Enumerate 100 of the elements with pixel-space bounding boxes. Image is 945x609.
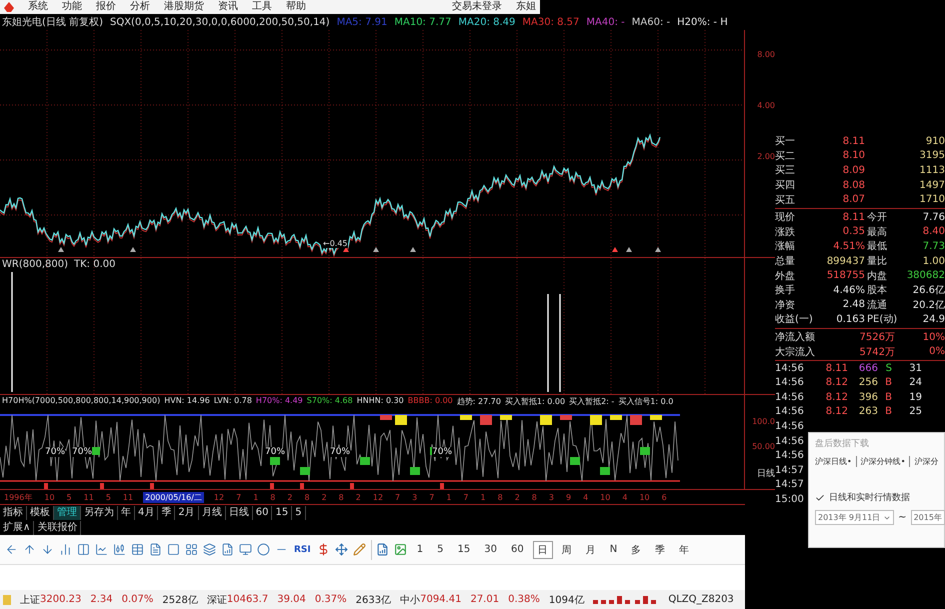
quote-value: 2.48 [842,299,865,310]
date-label: 1996年 [3,492,34,502]
dialog-tab[interactable]: 沪深分钟线• [860,456,910,467]
quote-value: 899437 [826,256,865,267]
bid-price: 8.08 [842,180,865,191]
menu-item[interactable]: 工具 [252,0,272,14]
table-icon[interactable] [130,542,144,556]
tick-time: 14:56 [775,421,805,432]
menu-item[interactable]: 港股期货 [164,0,204,14]
period-button[interactable]: 年 [674,540,694,558]
rsi-button[interactable]: RSI [292,544,313,554]
tick-time: 15:00 [775,494,805,506]
period-tab[interactable]: 60 [252,506,272,520]
period-tab[interactable]: 管理 [54,506,81,520]
line-chart-icon[interactable] [94,542,108,556]
quote-label: 换手 [775,284,796,298]
menu-item[interactable]: 报价 [96,0,116,14]
period-button[interactable]: 15 [452,542,476,557]
indicator-reading: 买入暂抵2: - [569,396,614,407]
period-button[interactable]: 5 [432,542,449,557]
bid-volume: 1113 [918,164,945,176]
move-icon[interactable] [334,542,349,556]
index-name: 中小 [400,594,420,606]
period-tab[interactable]: 季 [158,506,176,520]
bid-volume: 1497 [918,180,945,191]
indicator-reading: 买入暂抵1: 0.00 [504,396,566,407]
bid-label: 买四 [775,179,796,192]
period-button[interactable]: 多 [626,540,646,558]
stock-title: 东姐光电(日线 前复权) [2,16,103,29]
monitor-icon[interactable] [238,542,252,556]
moving-average-reading: MA10: 7.77 [394,16,452,28]
date-label: 4 [621,492,628,502]
columns-icon[interactable] [76,542,90,556]
menu-item[interactable]: 资讯 [218,0,238,14]
period-tab[interactable]: 另存为 [81,506,118,520]
period-button[interactable]: 周 [556,540,577,558]
square-icon[interactable] [166,542,180,556]
chart-icon[interactable] [376,542,390,556]
date-label: 10 [43,492,56,502]
period-tab[interactable]: 年 [118,506,135,520]
period-tab[interactable]: 5 [292,506,306,520]
document-icon[interactable] [148,542,162,556]
report-icon[interactable] [220,542,234,556]
signal-label: 70% [265,447,286,457]
index-change: 2.34 [90,594,113,605]
period-button[interactable]: 日 [532,540,553,558]
period-tab[interactable]: 指标 [0,506,27,520]
date-label: 2 [286,492,294,502]
quote-label: 总量 [775,254,796,268]
date-label: 1 [480,492,487,502]
period-tab[interactable]: 2月 [175,506,199,520]
period-button[interactable]: 季 [650,540,670,558]
tick-volume: 256 [858,377,878,388]
indicator-reading: BBBB: 0.00 [408,396,453,407]
grid-icon[interactable] [184,542,198,556]
quote-label: 内盘 [866,270,888,283]
candlestick-icon[interactable] [112,542,126,556]
menu-item[interactable]: 系统 [28,0,48,14]
flow-percent: 0% [928,346,945,358]
date-label: 8 [496,492,504,502]
axis-label: 50.00 [752,442,775,451]
circle-icon[interactable] [256,542,270,556]
period-tab[interactable]: 日线 [226,506,253,520]
login-status[interactable]: 交易未登录 [452,0,502,14]
quote-value: 8.11 [842,212,865,223]
period-tab[interactable]: 月线 [198,506,226,520]
end-date-field[interactable]: 2015年 [910,510,945,525]
picture-icon[interactable] [394,542,408,556]
moving-average-reading: MA5: 7.91 [336,16,388,28]
bid-label: 买二 [775,150,796,163]
quote-value: 20.2亿 [912,298,945,312]
indicator-reading: 买入信号1: 0.0 [618,396,674,407]
layers-icon[interactable] [202,542,216,556]
checkbox[interactable] [815,492,825,502]
date-label: 7 [428,492,436,502]
bid-label: 买一 [775,135,796,148]
tick-side: B [884,406,892,418]
index-name: 上证 [20,594,40,606]
quote-label: 股本 [866,284,888,298]
start-date-field[interactable]: 2013年 9月11日 [815,510,894,525]
quote-value: 0.35 [842,226,865,238]
tick-price: 8.11 [824,362,848,374]
menu-item[interactable]: 分析 [130,0,150,14]
menu-item[interactable]: 帮助 [286,0,306,14]
period-tab[interactable]: 15 [272,506,292,520]
menu-item[interactable]: 功能 [62,0,82,14]
period-button[interactable]: N [604,542,622,557]
period-button[interactable]: 1 [412,542,428,557]
quote-label: 流通 [866,298,888,312]
index-amount: 2633亿 [356,594,392,606]
period-button[interactable]: 60 [506,542,529,557]
dialog-tab[interactable]: 沪深分 [914,456,938,467]
dialog-tab[interactable]: 沪深日线• [815,456,857,467]
tick-volume: 666 [858,362,878,374]
signal-label: 70% [45,447,66,457]
period-button[interactable]: 月 [580,540,601,558]
period-button[interactable]: 30 [479,542,502,557]
quote-value: 4.51% [832,240,865,252]
period-tab[interactable]: 4月 [135,506,158,520]
pencil-icon[interactable] [352,542,367,556]
